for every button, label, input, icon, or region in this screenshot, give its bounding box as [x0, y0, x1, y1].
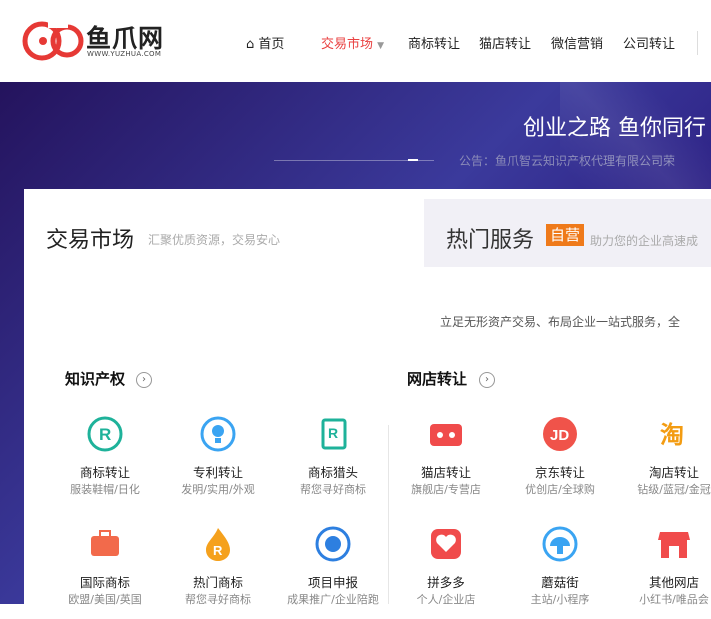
svg-text:淘: 淘	[660, 421, 684, 449]
nav-trade-market[interactable]: 交易市场 ▼	[321, 33, 384, 52]
card-sub: 小红书/唯品会	[639, 593, 709, 606]
svg-text:R: R	[213, 543, 223, 558]
nav-wechat-marketing[interactable]: 微信营销	[551, 33, 603, 52]
card-name: 商标转让	[79, 465, 130, 480]
card-name: 拼多多	[427, 575, 465, 590]
card-sub: 钻级/蓝冠/金冠	[637, 483, 711, 496]
card-name: 国际商标	[79, 575, 130, 590]
tab-trade-market[interactable]: 交易市场	[46, 222, 134, 254]
tmall-icon	[430, 424, 462, 446]
patent-transfer-icon	[200, 416, 236, 452]
card-name: 其他网店	[648, 575, 699, 590]
card-sub: 个人/企业店	[416, 593, 476, 606]
card-sub: 帮您寻好商标	[300, 483, 366, 496]
card-sub: 服装鞋帽/日化	[70, 483, 140, 496]
nav-trade-label: 交易市场	[321, 37, 374, 52]
card-sub: 欧盟/美国/英国	[68, 593, 142, 606]
self-operated-badge: 自营	[546, 224, 585, 246]
nav-store-transfer[interactable]: 猫店转让	[479, 33, 531, 52]
trademark-hunter-icon: R	[321, 418, 347, 450]
hot-trademark-icon: R	[206, 528, 230, 561]
card-sub: 主站/小程序	[530, 593, 590, 606]
other-store-icon	[658, 532, 690, 558]
nav-home[interactable]: ⌂ 首页	[246, 33, 284, 52]
nav-home-label: 首页	[258, 37, 285, 52]
card-name: 猫店转让	[420, 465, 471, 480]
nav-trademark-transfer[interactable]: 商标转让	[408, 33, 460, 52]
banner-slogan: 创业之路 鱼你同行	[523, 116, 706, 141]
card-name: 商标猎头	[307, 465, 358, 480]
card-name: 淘店转让	[648, 465, 699, 480]
chevron-right-icon[interactable]: ›	[479, 372, 495, 388]
nav-company-transfer[interactable]: 公司转让	[623, 33, 675, 52]
mogujie-icon	[542, 526, 578, 562]
banner-line	[274, 159, 434, 161]
svg-text:R: R	[328, 425, 338, 441]
project-apply-icon	[315, 526, 351, 562]
trademark-transfer-icon: R	[87, 416, 123, 452]
site-header: 鱼爪网 WWW.YUZHUA.COM ⌂ 首页 交易市场 ▼ 商标转让 猫店转让…	[0, 0, 711, 82]
card-sub: 帮您寻好商标	[185, 593, 251, 606]
svg-text:JD: JD	[550, 427, 569, 444]
jd-icon: JD	[543, 417, 577, 451]
card-name: 专利转让	[192, 465, 243, 480]
home-icon: ⌂	[246, 37, 255, 52]
nav-divider	[697, 31, 698, 55]
card-name: 蘑菇街	[541, 575, 579, 590]
card-name: 京东转让	[534, 465, 585, 480]
card-sub: 旗舰店/专营店	[411, 483, 481, 496]
tab-trade-market-sub: 汇聚优质资源，交易安心	[148, 233, 281, 247]
panel-description: 立足无形资产交易、布局企业一站式服务，全	[440, 315, 681, 329]
notice-text[interactable]: 公告：鱼爪智云知识产权代理有限公司荣	[459, 152, 675, 169]
tab-hot-services[interactable]: 热门服务	[446, 222, 534, 254]
card-sub: 成果推广/企业陪跑	[287, 593, 379, 606]
chevron-down-icon: ▼	[377, 41, 385, 51]
taobao-icon: 淘	[658, 418, 690, 450]
card-sub: 优创店/全球购	[525, 483, 595, 496]
section-ip-title[interactable]: 知识产权	[65, 368, 125, 389]
card-name: 项目申报	[307, 575, 358, 590]
section-divider	[388, 425, 389, 604]
tab-hot-services-sub: 助力您的企业高速成	[590, 234, 699, 248]
section-store-title[interactable]: 网店转让	[407, 368, 467, 389]
logo-url: WWW.YUZHUA.COM	[87, 50, 162, 58]
pinduoduo-icon	[431, 529, 461, 559]
card-sub: 发明/实用/外观	[181, 483, 255, 496]
international-trademark-icon	[91, 530, 119, 556]
card-name: 热门商标	[192, 575, 243, 590]
chevron-right-icon[interactable]: ›	[136, 372, 152, 388]
svg-text:R: R	[99, 425, 111, 444]
